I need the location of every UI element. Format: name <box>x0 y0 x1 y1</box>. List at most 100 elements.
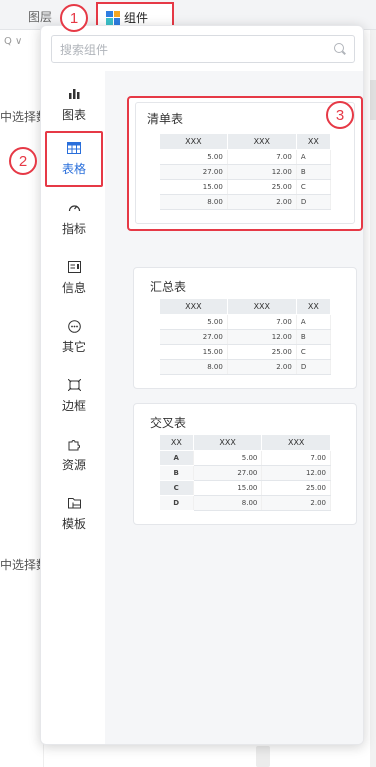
table-row-header: A <box>159 450 194 466</box>
table-cell: D <box>296 194 332 210</box>
template-folder-icon <box>67 496 81 510</box>
search-icon[interactable] <box>334 43 346 55</box>
nav-label: 图表 <box>61 108 86 122</box>
table-cell: 8.00 <box>159 194 228 210</box>
table-cell: 5.00 <box>159 314 228 330</box>
table-header: XXX <box>226 298 297 315</box>
table-cell: 7.00 <box>261 450 331 466</box>
table-header: XX <box>159 434 194 451</box>
table-row-header: B <box>159 465 194 481</box>
tab-layers[interactable]: 图层 <box>28 8 52 25</box>
table-cell: 25.00 <box>261 480 331 496</box>
table-row: 15.00 25.00 C <box>159 344 332 360</box>
background-left-pane <box>0 30 44 767</box>
table-cell: 7.00 <box>227 149 297 165</box>
nav-item-border[interactable]: 边框 <box>45 368 103 424</box>
table-row: C 15.00 25.00 <box>159 480 331 496</box>
table-header: XXX <box>159 298 228 315</box>
search-placeholder: 搜索组件 <box>60 42 109 57</box>
nav-label: 边框 <box>61 399 86 413</box>
table-cell: A <box>296 314 332 330</box>
component-card-cross-table[interactable]: 交叉表 XX XXX XXX A 5.00 7.00 B 27.00 12.00 C 15… <box>133 403 357 525</box>
background-scroll-track <box>370 30 376 767</box>
table-header: XXX <box>192 434 263 451</box>
table-cell: B <box>296 329 332 345</box>
table-cell: A <box>296 149 332 165</box>
component-panel: 搜索组件 图表 表格 指标 信息 其它 边框 资源 模板 清单表 XXX XXX… <box>40 25 364 745</box>
nav-label: 表格 <box>61 162 86 176</box>
table-row: A 5.00 7.00 <box>159 450 331 466</box>
component-search-input[interactable]: 搜索组件 <box>51 35 355 63</box>
annotation-badge-1: 1 <box>60 4 88 32</box>
table-cell: 25.00 <box>227 344 297 360</box>
table-cell: D <box>296 359 332 375</box>
component-card-summary-table[interactable]: 汇总表 XXX XXX XX 5.00 7.00 A 27.00 12.00 B 15.… <box>133 267 357 389</box>
table-row: 27.00 12.00 B <box>159 329 332 345</box>
puzzle-icon <box>67 437 81 451</box>
table-header: XXX <box>261 434 331 451</box>
table-row: 27.00 12.00 B <box>159 164 332 180</box>
table-cell: 5.00 <box>193 450 263 466</box>
table-cell: 25.00 <box>227 179 297 195</box>
annotation-badge-3: 3 <box>326 101 354 129</box>
table-row-header: C <box>159 480 194 496</box>
card-title: 交叉表 <box>150 416 187 430</box>
table-cell: B <box>296 164 332 180</box>
table-preview: XX XXX XXX A 5.00 7.00 B 27.00 12.00 C 15.00 2… <box>159 434 331 511</box>
info-card-icon <box>67 260 81 274</box>
chart-bar-icon <box>67 87 81 101</box>
card-title: 清单表 <box>147 112 184 126</box>
table-cell: 2.00 <box>227 359 297 375</box>
more-dots-icon <box>67 319 81 333</box>
table-header: XXX <box>226 133 297 150</box>
table-cell: 15.00 <box>159 344 228 360</box>
table-cell: 27.00 <box>159 329 228 345</box>
annotation-badge-2: 2 <box>9 147 37 175</box>
table-cell: 12.00 <box>227 164 297 180</box>
category-nav: 图表 表格 指标 信息 其它 边框 资源 模板 <box>41 71 105 744</box>
nav-item-chart[interactable]: 图表 <box>45 77 103 133</box>
background-search-icon[interactable]: Q ∨ <box>4 36 44 50</box>
nav-item-table[interactable]: 表格 <box>45 131 103 187</box>
nav-item-metric[interactable]: 指标 <box>45 191 103 247</box>
background-scroll-thumb[interactable] <box>370 80 376 120</box>
table-icon <box>67 141 81 155</box>
nav-item-template[interactable]: 模板 <box>45 486 103 542</box>
table-cell: 8.00 <box>159 359 228 375</box>
table-row: 8.00 2.00 D <box>159 194 332 210</box>
table-cell: 7.00 <box>227 314 297 330</box>
card-title: 汇总表 <box>150 280 187 294</box>
table-cell: C <box>296 344 332 360</box>
table-row: D 8.00 2.00 <box>159 495 331 511</box>
nav-item-other[interactable]: 其它 <box>45 309 103 365</box>
table-row-header: D <box>159 495 194 511</box>
table-row: 5.00 7.00 A <box>159 149 332 165</box>
table-cell: 12.00 <box>261 465 331 481</box>
table-cell: 8.00 <box>193 495 263 511</box>
table-row: B 27.00 12.00 <box>159 465 331 481</box>
nav-label: 资源 <box>61 458 86 472</box>
table-row: 8.00 2.00 D <box>159 359 332 375</box>
table-cell: 15.00 <box>159 179 228 195</box>
nav-item-info[interactable]: 信息 <box>45 250 103 306</box>
table-cell: 27.00 <box>193 465 263 481</box>
table-header: XX <box>295 298 332 315</box>
nav-label: 其它 <box>61 340 86 354</box>
table-cell: 2.00 <box>261 495 331 511</box>
nav-label: 指标 <box>61 222 86 236</box>
component-gallery: 清单表 XXX XXX XX 5.00 7.00 A 27.00 12.00 B 15.… <box>105 71 363 744</box>
gauge-icon <box>67 201 81 215</box>
table-cell: 2.00 <box>227 194 297 210</box>
table-row: 15.00 25.00 C <box>159 179 332 195</box>
component-grid-icon <box>106 10 120 25</box>
table-cell: 27.00 <box>159 164 228 180</box>
background-bottom-handle[interactable] <box>256 746 270 767</box>
table-cell: 5.00 <box>159 149 228 165</box>
nav-label: 信息 <box>61 281 86 295</box>
table-cell: 12.00 <box>227 329 297 345</box>
table-cell: C <box>296 179 332 195</box>
border-frame-icon <box>67 378 81 392</box>
nav-item-resource[interactable]: 资源 <box>45 427 103 483</box>
table-preview: XXX XXX XX 5.00 7.00 A 27.00 12.00 B 15.00 25… <box>159 133 332 210</box>
table-row: 5.00 7.00 A <box>159 314 332 330</box>
